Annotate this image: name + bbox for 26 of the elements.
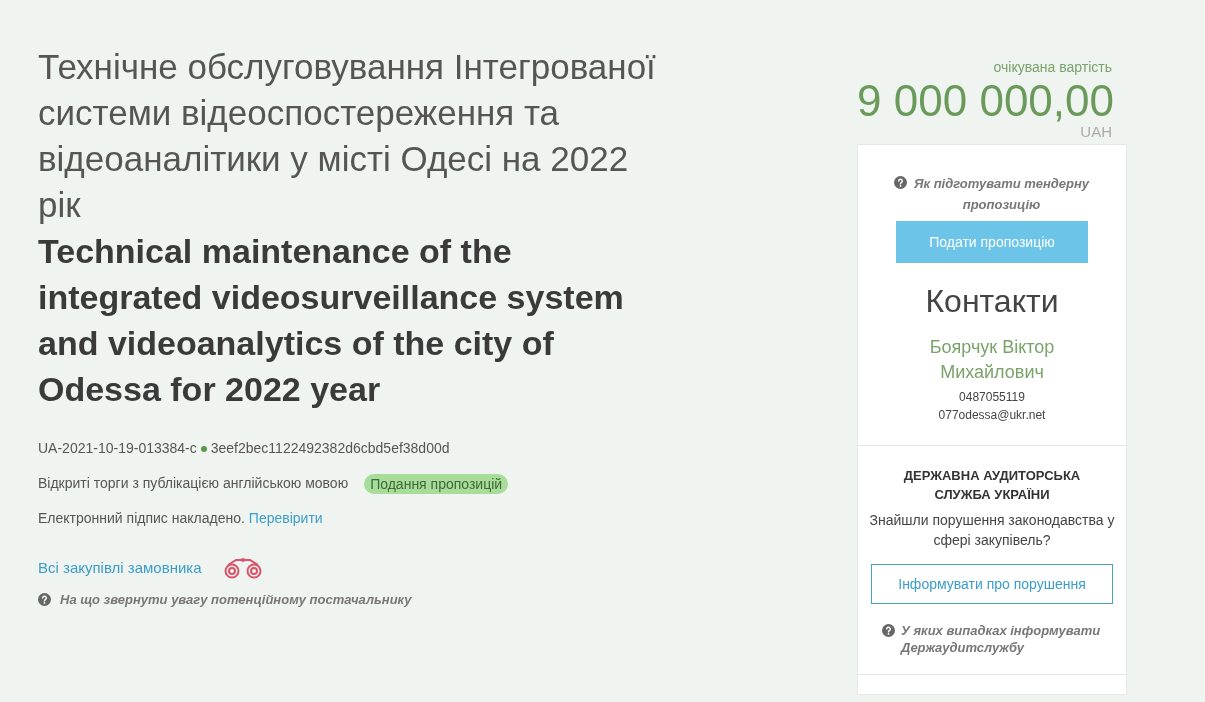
verify-link[interactable]: Перевірити (248, 508, 323, 529)
tender-title: Технічне обслуговування Інтегрованої системи відеоспостереження та відеоаналітики у місті Одесі на 2022 рік (38, 46, 657, 226)
audit-service-title: ДЕРЖАВНА АУДИТОРСЬКА СЛУЖБА УКРАЇНИ (902, 467, 1082, 504)
audit-question: Знайшли порушення законодавства у сфері закупівель? (868, 511, 1116, 550)
contact-name: Боярчук Віктор Михайлович (928, 336, 1056, 384)
status-badge: Подання пропозицій (364, 473, 509, 494)
customer-tenders-link[interactable]: Всі закупівлі замовника (38, 557, 202, 580)
expected-value-label: очікувана вартість (993, 58, 1112, 77)
supplier-hint-link[interactable]: На що звернути увагу потенційному постачальнику (60, 589, 412, 609)
procedure-type: Відкриті торги з публікацією англійською мовою (38, 474, 349, 493)
howto-link[interactable]: Як підготувати тендерну пропозицію (913, 173, 1090, 215)
report-violation-button[interactable]: Інформувати про порушення (871, 564, 1113, 604)
signature-text: Електронний підпис накладено. (38, 509, 245, 528)
tender-hash: 3eef2bec1122492382d6cbd5ef38d00d (210, 439, 450, 458)
expected-value-amount: 9 000 000,00 (857, 78, 1114, 124)
contact-email: 077odessa@ukr.net (938, 407, 1046, 424)
tender-id: UA-2021-10-19-013384-c (38, 439, 197, 458)
tender-title-english: Technical maintenance of the integrated videosurveillance system and videoanalytics of the city of Odessa for 2022 year (38, 231, 625, 410)
help-icon (38, 592, 51, 606)
contact-phone: 0487055119 (959, 389, 1025, 406)
audit-hint-link[interactable]: У яких випадках інформувати Держаудитслужбу (901, 622, 1114, 656)
currency: UAH (1080, 124, 1112, 140)
submit-bid-button[interactable]: Подати пропозицію (896, 221, 1088, 263)
contacts-title: Контакти (925, 282, 1059, 321)
help-icon (882, 624, 895, 637)
help-icon (894, 176, 907, 189)
